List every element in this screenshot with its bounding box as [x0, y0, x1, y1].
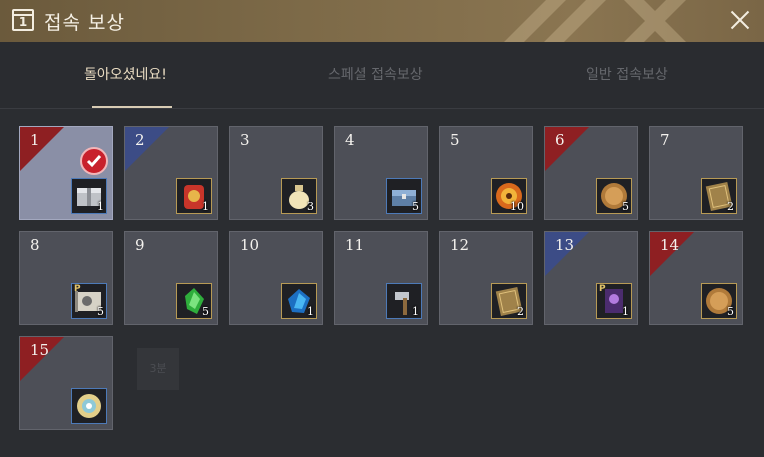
reward-cell-day-10[interactable]: 10 1: [229, 231, 323, 325]
blue-gem-icon[interactable]: 1: [281, 283, 317, 319]
bronze-coin-icon[interactable]: 5: [701, 283, 737, 319]
item-quantity: 1: [307, 305, 314, 318]
day-number: 9: [135, 236, 145, 254]
day-number: 4: [345, 131, 355, 149]
day-number: 12: [450, 236, 470, 254]
hammer-icon[interactable]: 1: [386, 283, 422, 319]
blue-corner-ribbon: [125, 127, 169, 171]
item-quantity: 5: [727, 305, 734, 318]
fire-orb-icon[interactable]: 10: [491, 178, 527, 214]
tab-normal-login-reward[interactable]: 일반 접속보상: [586, 64, 668, 84]
item-quantity: 5: [202, 305, 209, 318]
reward-cell-day-15[interactable]: 15: [19, 336, 113, 430]
item-quantity: 10: [510, 200, 524, 213]
item-quantity: 5: [412, 200, 419, 213]
potion-jar-icon[interactable]: 3: [281, 178, 317, 214]
premium-tag: P: [599, 284, 606, 294]
item-quantity: 2: [727, 200, 734, 213]
reward-cell-day-1[interactable]: 11: [19, 126, 113, 220]
reward-cell-day-8[interactable]: 8P5: [19, 231, 113, 325]
map-scroll-icon[interactable]: P5: [71, 283, 107, 319]
silver-box-icon[interactable]: 1: [71, 178, 107, 214]
day-number: 11: [345, 236, 365, 254]
day-number: 1: [30, 131, 40, 149]
reward-cell-day-13[interactable]: 13 P 1: [544, 231, 638, 325]
reward-cell-day-5[interactable]: 5 10: [439, 126, 533, 220]
day-number: 5: [450, 131, 460, 149]
day-number: 15: [30, 341, 50, 359]
item-quantity: 1: [412, 305, 419, 318]
day-number: 6: [555, 131, 565, 149]
tab-special-login-reward[interactable]: 스페셜 접속보상: [328, 64, 423, 84]
title-bar: 1 접속 보상: [0, 0, 764, 42]
item-quantity: 1: [97, 200, 104, 213]
check-icon: [80, 147, 108, 175]
close-icon[interactable]: [728, 8, 752, 32]
window-title: 접속 보상: [44, 12, 125, 34]
calendar-digit: 1: [18, 15, 28, 29]
day-number: 14: [660, 236, 680, 254]
item-quantity: 1: [622, 305, 629, 318]
reward-cell-day-3[interactable]: 33: [229, 126, 323, 220]
item-quantity: 3: [307, 200, 314, 213]
item-quantity: 5: [97, 305, 104, 318]
reward-cell-day-7[interactable]: 72: [649, 126, 743, 220]
reward-cell-day-12[interactable]: 12 2: [439, 231, 533, 325]
tab-welcome-back[interactable]: 돌아오셨네요!: [84, 64, 167, 84]
day-number: 7: [660, 131, 670, 149]
day-number: 2: [135, 131, 145, 149]
premium-tag: P: [74, 284, 81, 294]
purple-banner-icon[interactable]: P1: [596, 283, 632, 319]
red-corner-ribbon: [20, 127, 64, 171]
red-corner-ribbon: [545, 127, 589, 171]
active-tab-indicator: [92, 106, 172, 108]
red-bag-icon[interactable]: 1: [176, 178, 212, 214]
item-quantity: 2: [517, 305, 524, 318]
reward-cell-day-4[interactable]: 45: [334, 126, 428, 220]
tab-bar: 돌아오셨네요! 스페셜 접속보상 일반 접속보상: [0, 42, 764, 109]
day-number: 3: [240, 131, 250, 149]
gold-emblem-icon[interactable]: [71, 388, 107, 424]
reward-cell-day-14[interactable]: 14 5: [649, 231, 743, 325]
day-number: 8: [30, 236, 40, 254]
item-quantity: 5: [622, 200, 629, 213]
reward-cell-day-9[interactable]: 95: [124, 231, 218, 325]
gold-card-icon[interactable]: 2: [491, 283, 527, 319]
reward-cell-day-6[interactable]: 65: [544, 126, 638, 220]
title-decoration: [504, 0, 686, 42]
item-quantity: 1: [202, 200, 209, 213]
ghost-label: 3분: [137, 348, 179, 390]
reward-cell-day-2[interactable]: 21: [124, 126, 218, 220]
green-crystal-icon[interactable]: 5: [176, 283, 212, 319]
calendar-icon: 1: [12, 9, 34, 31]
gold-card-icon[interactable]: 2: [701, 178, 737, 214]
day-number: 10: [240, 236, 260, 254]
reward-cell-day-11[interactable]: 11 1: [334, 231, 428, 325]
day-number: 13: [555, 236, 575, 254]
bronze-coin-icon[interactable]: 5: [596, 178, 632, 214]
blue-chest-icon[interactable]: 5: [386, 178, 422, 214]
